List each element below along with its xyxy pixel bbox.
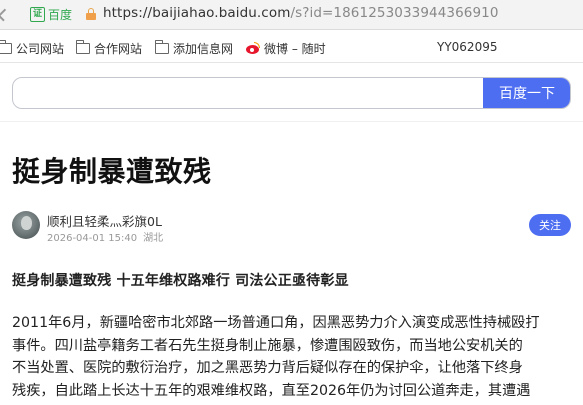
location: 湖北 — [143, 233, 164, 244]
bookmark-label: 微博 – 随时 — [264, 42, 326, 56]
article-title: 挺身制暴遭致残 — [12, 155, 212, 188]
follow-button[interactable]: 关注 — [529, 214, 571, 236]
article-meta: 2026-04-01 15:40 湖北 — [47, 229, 163, 244]
back-arrow-icon[interactable] — [0, 8, 11, 22]
paragraph-line: 2011年6月，新疆哈密市北郊路一场普通口角，因黑恶势力介入演变成恶性持械殴打 — [12, 315, 540, 331]
url-text[interactable]: https://baijiahao.baidu.com/s?id=1861253… — [103, 5, 499, 21]
bookmark-partner-sites[interactable]: 合作网站 — [75, 40, 143, 57]
article-paragraph: 2011年6月，新疆哈密市北郊路一场普通口角，因黑恶势力介入演变成恶性持械殴打 … — [12, 312, 572, 402]
bookmark-label: 合作网站 — [94, 42, 143, 56]
search-input[interactable] — [13, 78, 485, 108]
verified-shield-icon: 证 — [30, 6, 45, 22]
paragraph-line: 不当处置、医院的敷衍治疗，加之黑恶势力背后疑似存在的保护伞，让他落下终身 — [12, 360, 523, 377]
search-box: 百度一下 — [12, 77, 571, 109]
bookmark-add-info-sites[interactable]: 添加信息网 — [154, 40, 234, 57]
folder-icon — [154, 40, 169, 54]
bookmark-extra-label[interactable]: YY062095 — [437, 40, 497, 54]
article-subheading: 挺身制暴遭致残 十五年维权路难行 司法公正亟待彰显 — [12, 273, 349, 289]
site-badge-label: 百度 — [48, 7, 73, 22]
address-bar[interactable]: 证 百度 https://baijiahao.baidu.com/s?id=18… — [0, 0, 583, 30]
url-path: /s?id=1861253033944366910 — [290, 5, 499, 21]
bookmark-company-sites[interactable]: 公司网站 — [0, 40, 64, 57]
bookmarks-bar: 公司网站 合作网站 添加信息网 微博 – 随时 YY062095 — [0, 31, 583, 63]
folder-icon — [0, 40, 12, 54]
folder-icon — [75, 40, 90, 54]
author-name[interactable]: 顺利且轻柔灬彩旗0L — [47, 211, 162, 230]
bookmark-label: 添加信息网 — [173, 42, 234, 56]
lock-icon — [86, 8, 96, 20]
paragraph-line: 事件。四川盐亭籍务工者石先生挺身制止施暴，惨遭围殴致伤，而当地公安机关的 — [12, 337, 523, 354]
url-host: https://baijiahao.baidu.com — [103, 5, 291, 21]
publish-time: 2026-04-01 15:40 — [47, 233, 138, 244]
search-button[interactable]: 百度一下 — [483, 78, 570, 108]
author-avatar[interactable] — [12, 211, 40, 239]
weibo-icon — [245, 42, 260, 55]
site-badge: 证 百度 — [30, 5, 72, 23]
bookmark-weibo[interactable]: 微博 – 随时 — [245, 40, 326, 57]
divider — [0, 121, 583, 122]
bookmark-label: 公司网站 — [16, 42, 65, 56]
paragraph-line: 残疾，自此踏上长达十五年的艰难维权路，直至2026年仍为讨回公道奔走，其遭遇 — [12, 382, 531, 399]
